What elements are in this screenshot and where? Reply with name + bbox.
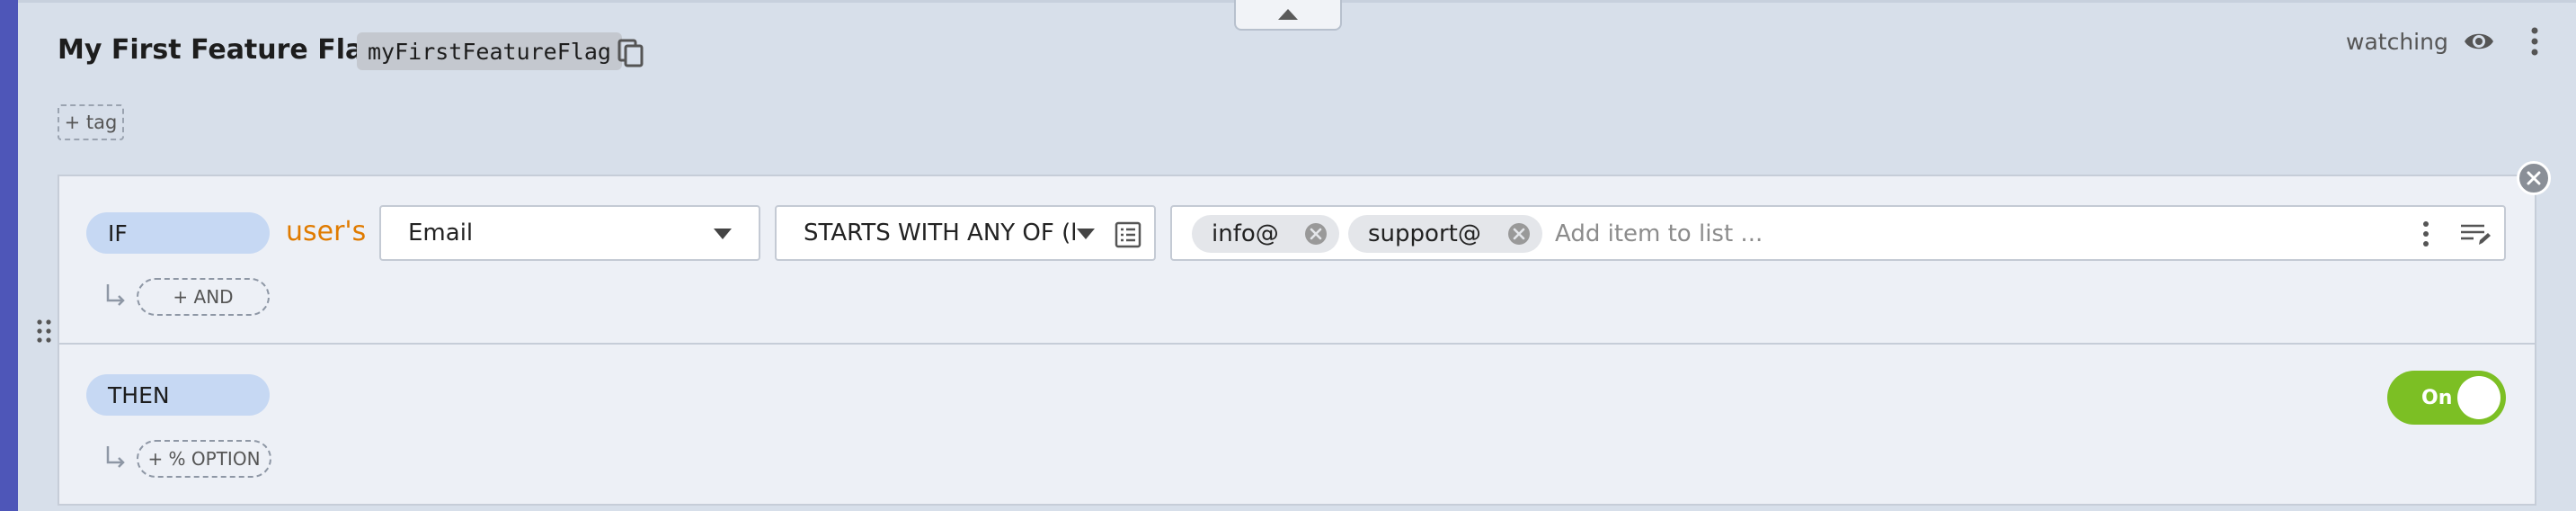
more-options-icon[interactable]: [2526, 25, 2544, 58]
value-chip-label: support@: [1368, 220, 1481, 247]
values-input[interactable]: info@ support@ Add item to list ...: [1170, 205, 2506, 261]
comparator-value: STARTS WITH ANY OF (hashed): [804, 220, 1075, 247]
more-options-icon[interactable]: [2420, 220, 2432, 248]
corner-arrow-icon: [106, 284, 125, 306]
eye-icon[interactable]: [2463, 27, 2495, 56]
left-accent-bar: [0, 0, 18, 511]
corner-arrow-icon: [106, 446, 125, 468]
subject-label: user's: [286, 216, 367, 247]
add-item-placeholder[interactable]: Add item to list ...: [1555, 218, 1763, 250]
list-icon[interactable]: [1115, 221, 1141, 248]
edit-list-icon[interactable]: [2459, 220, 2492, 248]
value-chip-label: info@: [1212, 220, 1279, 247]
close-circle-icon[interactable]: [1506, 221, 1532, 247]
copy-icon[interactable]: [617, 38, 645, 68]
chevron-down-icon: [1077, 229, 1095, 239]
chevron-down-icon: [714, 229, 732, 239]
add-tag-button[interactable]: + tag: [58, 104, 124, 140]
flag-key-badge: myFirstFeatureFlag: [357, 32, 622, 70]
toggle-label: On: [2421, 386, 2453, 409]
comparator-select[interactable]: STARTS WITH ANY OF (hashed): [775, 205, 1156, 261]
attribute-select[interactable]: Email: [379, 205, 760, 261]
chevron-up-icon: [1278, 9, 1298, 20]
watching-label: watching: [2346, 29, 2448, 55]
close-icon: [2527, 171, 2541, 185]
then-pill: THEN: [86, 374, 270, 416]
value-chip: info@: [1192, 215, 1339, 253]
remove-rule-button[interactable]: [2517, 161, 2551, 195]
serve-value-toggle[interactable]: On: [2387, 371, 2506, 425]
rule-divider: [58, 343, 2536, 345]
collapse-button[interactable]: [1234, 0, 1342, 31]
close-circle-icon[interactable]: [1303, 221, 1328, 247]
if-pill: IF: [86, 212, 270, 254]
value-chip: support@: [1348, 215, 1542, 253]
toggle-knob: [2457, 376, 2500, 419]
add-percent-option-button[interactable]: + % OPTION: [137, 440, 271, 478]
drag-handle-icon[interactable]: [36, 318, 52, 344]
add-and-button[interactable]: + AND: [137, 278, 270, 316]
attribute-value: Email: [408, 220, 474, 247]
flag-title: My First Feature Flag: [58, 34, 383, 66]
